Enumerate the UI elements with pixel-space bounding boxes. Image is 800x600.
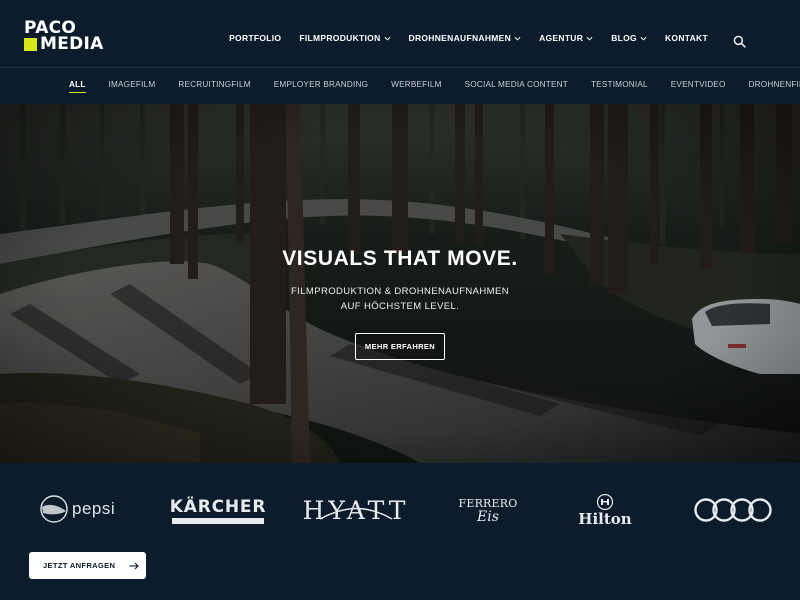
search-icon[interactable] — [733, 35, 746, 48]
filter-eventvideo[interactable]: EVENTVIDEO — [671, 80, 726, 93]
filter-testimonial[interactable]: TESTIMONIAL — [591, 80, 648, 93]
hero-subtitle: FILMPRODUKTION & DROHNENAUFNAHMEN AUF HÖ… — [0, 284, 800, 314]
hyatt-logo: HYATT — [303, 493, 406, 527]
jetzt-anfragen-button[interactable]: JETZT ANFRAGEN — [29, 552, 146, 579]
filter-recruitingfilm[interactable]: RECRUITINGFILM — [178, 80, 250, 93]
filter-imagefilm[interactable]: IMAGEFILM — [109, 80, 156, 93]
nav-item-blog[interactable]: BLOG — [611, 33, 647, 43]
chevron-down-icon — [514, 36, 521, 41]
hero-section: VISUALS THAT MOVE. FILMPRODUKTION & DROH… — [0, 104, 800, 463]
logo-accent-square — [24, 38, 37, 51]
mehr-erfahren-button[interactable]: MEHR ERFAHREN — [355, 333, 445, 360]
chevron-down-icon — [384, 36, 391, 41]
karcher-wordmark: KÄRCHER — [169, 496, 267, 517]
karcher-underline — [172, 517, 264, 524]
chevron-down-icon — [586, 36, 593, 41]
filter-drohnenfilm[interactable]: DROHNENFILM — [749, 80, 800, 93]
client-logos-strip: pepsi KÄRCHER HYATT FERRERO Eis Hilton — [0, 463, 800, 553]
logo-line-2-text: MEDIA — [40, 34, 104, 54]
nav-item-drohnenaufnahmen[interactable]: DROHNENAUFNAHMEN — [409, 33, 522, 43]
nav-item-kontakt[interactable]: KONTAKT — [665, 33, 708, 43]
ferrero-eis-logo: FERRERO Eis — [458, 493, 518, 529]
hilton-emblem-icon — [596, 494, 614, 510]
nav-item-agentur[interactable]: AGENTUR — [539, 33, 593, 43]
pepsi-wordmark: pepsi — [72, 499, 116, 518]
filter-werbefilm[interactable]: WERBEFILM — [391, 80, 441, 93]
hero-subtitle-line-1: FILMPRODUKTION & DROHNENAUFNAHMEN — [291, 286, 509, 297]
cta-label: JETZT ANFRAGEN — [43, 561, 116, 570]
nav-item-label: KONTAKT — [664, 33, 708, 43]
pepsi-logo: pepsi — [40, 494, 115, 524]
paco-media-logo[interactable]: PACO MEDIA — [24, 20, 108, 54]
karcher-logo: KÄRCHER — [169, 496, 267, 524]
hero-subtitle-line-2: AUF HÖCHSTEM LEVEL. — [340, 301, 460, 312]
audi-logo — [693, 496, 773, 524]
chevron-down-icon — [640, 36, 647, 41]
arrow-right-icon — [129, 562, 140, 569]
nav-item-label: FILMPRODUKTION — [299, 33, 381, 43]
hyatt-arc-icon — [319, 507, 393, 520]
audi-rings-icon — [694, 498, 772, 522]
site-header: PACO MEDIA PORTFOLIO FILMPRODUKTION DROH… — [0, 0, 800, 68]
eis-wordmark: Eis — [477, 509, 499, 525]
nav-item-label: AGENTUR — [539, 33, 584, 43]
filter-all[interactable]: ALL — [69, 80, 86, 93]
hilton-logo: Hilton — [578, 492, 632, 530]
nav-item-portfolio[interactable]: PORTFOLIO — [229, 33, 281, 43]
nav-item-label: BLOG — [611, 33, 637, 43]
logo-line-2: MEDIA — [24, 34, 108, 54]
nav-item-filmproduktion[interactable]: FILMPRODUKTION — [299, 33, 391, 43]
nav-item-label: DROHNENAUFNAHMEN — [408, 33, 512, 43]
pepsi-globe-icon — [40, 495, 68, 523]
hilton-wordmark: Hilton — [578, 510, 632, 528]
portfolio-filter-bar: ALL IMAGEFILM RECRUITINGFILM EMPLOYER BR… — [0, 68, 800, 104]
hero-title: VISUALS THAT MOVE. — [282, 247, 518, 270]
nav-item-label: PORTFOLIO — [229, 33, 282, 43]
filter-employer-branding[interactable]: EMPLOYER BRANDING — [274, 80, 368, 93]
main-navigation: PORTFOLIO FILMPRODUKTION DROHNENAUFNAHME… — [229, 33, 708, 43]
filter-social-media-content[interactable]: SOCIAL MEDIA CONTENT — [465, 80, 568, 93]
